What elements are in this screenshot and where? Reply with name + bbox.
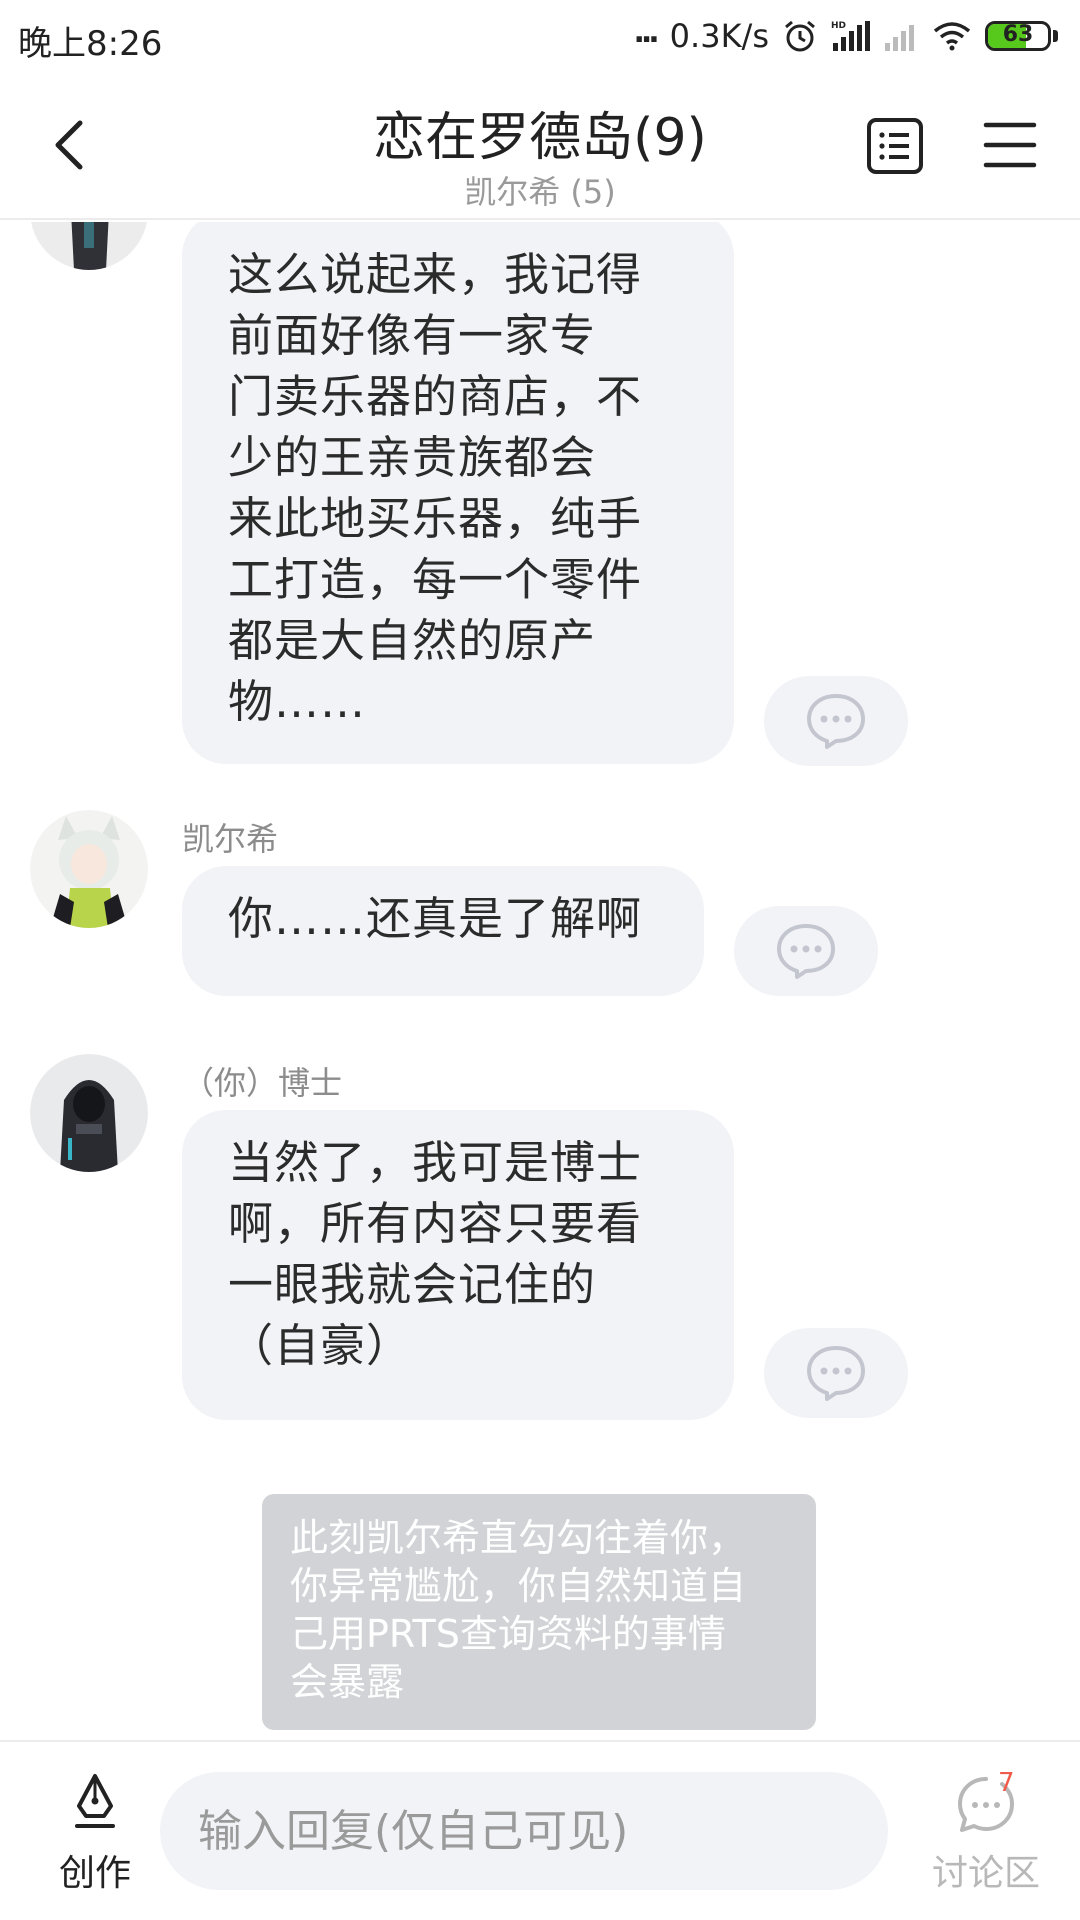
sender-name: （你）博士: [182, 1064, 343, 1102]
reply-input[interactable]: [160, 1772, 888, 1890]
battery-icon: 63: [985, 21, 1051, 51]
discussion-label: 讨论区: [931, 1853, 1040, 1894]
comment-icon: [807, 694, 865, 749]
status-bar: 晚上8:26 ... 0.3K/s HD 63: [0, 0, 1080, 75]
comment-icon: [777, 924, 835, 979]
menu-icon[interactable]: [982, 119, 1038, 171]
message-bubble[interactable]: 当然了，我可是博士 啊，所有内容只要看 一眼我就会记住的 （自豪）: [182, 1110, 734, 1420]
narration-card: 此刻凯尔希直勾勾往着你， 你异常尴尬，你自然知道自 己用PRTS查询资料的事情 …: [262, 1494, 816, 1730]
message-bubble[interactable]: 你……还真是了解啊: [182, 866, 704, 996]
chat-header: 恋在罗德岛(9) 凯尔希 (5): [0, 75, 1080, 220]
network-speed: 0.3K/s: [669, 17, 769, 55]
wifi-icon: [933, 22, 971, 51]
avatar[interactable]: [30, 810, 148, 928]
comment-icon: [807, 1346, 865, 1401]
signal-hd-icon: HD: [831, 21, 870, 51]
avatar[interactable]: [30, 222, 148, 270]
status-icons: ... 0.3K/s HD 63: [633, 14, 1058, 58]
create-button[interactable]: 创作: [40, 1772, 150, 1894]
list-icon[interactable]: [866, 117, 924, 175]
discussion-count-badge: 7: [998, 1768, 1015, 1798]
discussion-button[interactable]: 7 讨论区: [918, 1768, 1054, 1898]
chat-area[interactable]: 这么说起来，我记得 前面好像有一家专 门卖乐器的商店，不 少的王亲贵族都会 来此…: [0, 222, 1080, 1740]
bottom-bar: 创作 7 讨论区: [0, 1740, 1080, 1920]
battery-level: 63: [1002, 22, 1034, 47]
pen-nib-icon: [75, 1774, 115, 1828]
alarm-icon: [785, 20, 815, 52]
comment-button[interactable]: [734, 906, 878, 996]
comment-button[interactable]: [764, 1328, 908, 1418]
create-label: 创作: [58, 1853, 131, 1894]
comment-button[interactable]: [764, 676, 908, 766]
more-dots-icon: ...: [633, 14, 659, 50]
signal-weak-icon: [885, 25, 914, 51]
battery-tip: [1053, 30, 1058, 42]
sender-name: 凯尔希: [182, 820, 279, 858]
status-time: 晚上8:26: [18, 24, 163, 64]
avatar[interactable]: [30, 1054, 148, 1172]
svg-text:HD: HD: [831, 21, 846, 31]
message-bubble[interactable]: 这么说起来，我记得 前面好像有一家专 门卖乐器的商店，不 少的王亲贵族都会 来此…: [182, 222, 734, 764]
